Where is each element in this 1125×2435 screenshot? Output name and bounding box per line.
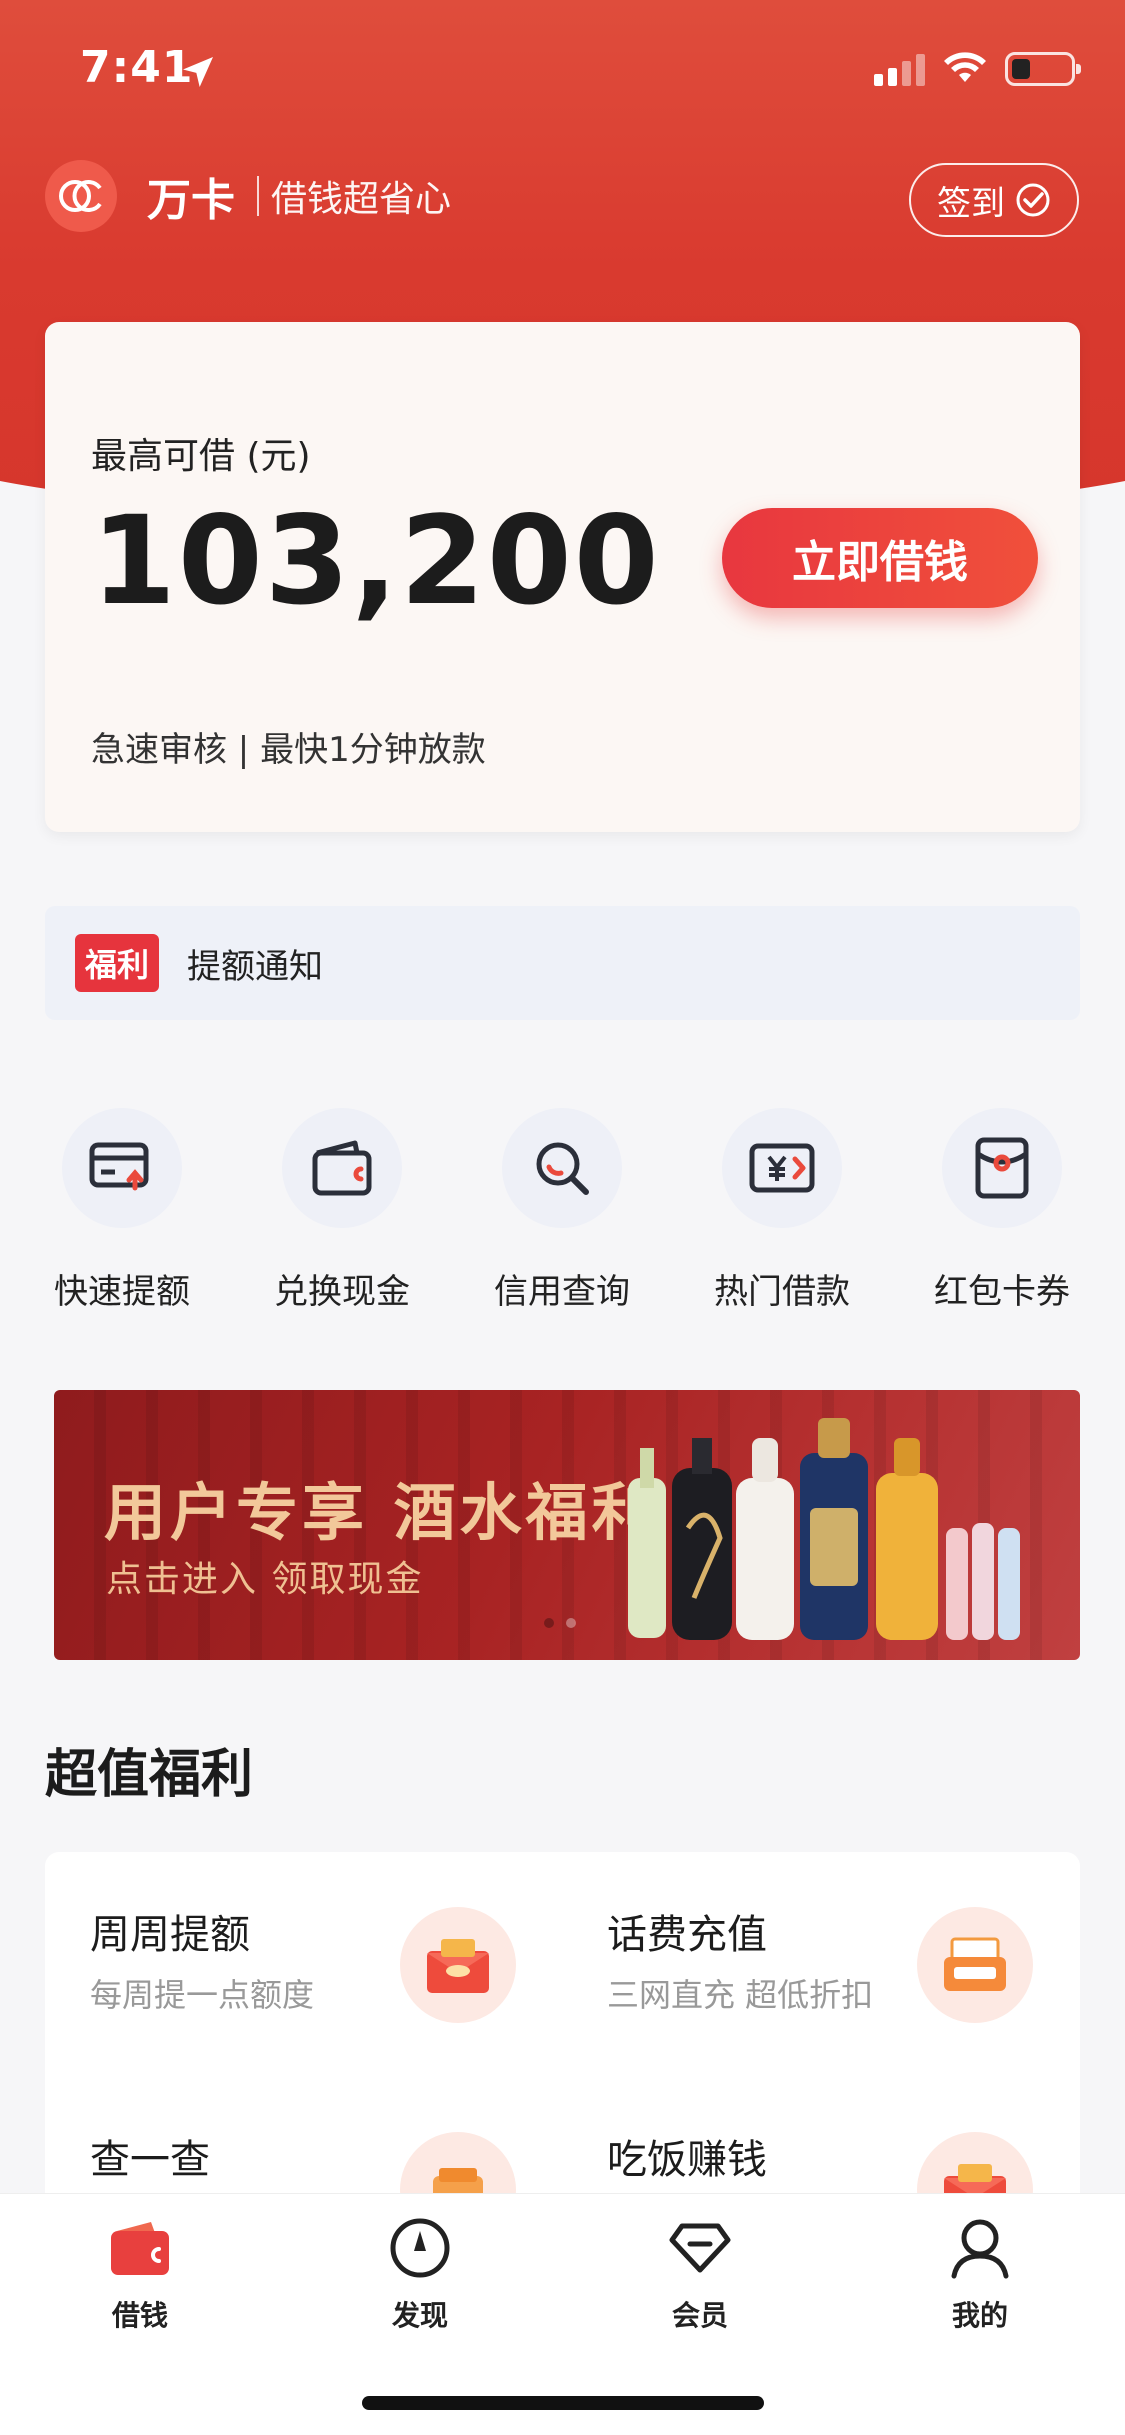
status-time: 7:41 (80, 42, 194, 93)
app-screen: 7:41 万卡 借钱超省心 签到 最高可借 (元) 103,200 立即借钱 急… (0, 0, 1125, 2435)
banner-subtitle: 点击进入 领取现金 (106, 1559, 424, 1600)
brand-divider (257, 176, 259, 216)
benefit-title: 周周提额 (90, 1912, 250, 1958)
action-label: 快速提额 (54, 1272, 190, 1312)
liquor-bottles-image (628, 1418, 1020, 1640)
brand-name: 万卡 (147, 175, 235, 226)
tab-member[interactable]: 会员 (600, 2216, 800, 2334)
battery-level (1012, 59, 1030, 79)
pagination-dot (544, 1618, 554, 1628)
wallet-icon (282, 1108, 402, 1228)
action-label: 兑换现金 (274, 1272, 410, 1312)
loan-card-subtitle: 急速审核 | 最快1分钟放款 (91, 730, 486, 770)
location-arrow-icon (183, 57, 213, 87)
status-indicators (874, 52, 1081, 86)
tab-label: 会员 (671, 2299, 728, 2332)
action-exchange-cash[interactable]: 兑换现金 (242, 1108, 442, 1313)
compass-icon (388, 2216, 452, 2280)
benefit-title: 查一查 (90, 2137, 210, 2183)
brand-slogan: 借钱超省心 (271, 179, 452, 220)
quick-actions: 快速提额 兑换现金 信用查询 热门借款 红包卡券 (0, 1108, 1125, 1318)
user-icon (948, 2216, 1012, 2280)
checkin-button[interactable]: 签到 (909, 163, 1079, 237)
action-quick-limit-raise[interactable]: 快速提额 (22, 1108, 222, 1313)
yen-ticket-icon (722, 1108, 842, 1228)
action-label: 信用查询 (494, 1272, 630, 1312)
loan-limit-amount: 103,200 (91, 490, 661, 632)
promo-banner[interactable]: 用户专享 酒水福利 点击进入 领取现金 (54, 1390, 1080, 1660)
wallet-icon (108, 2216, 172, 2280)
pagination-dot-active (566, 1618, 576, 1628)
banner-pagination (544, 1618, 576, 1628)
notice-badge: 福利 (75, 934, 160, 992)
action-hot-loans[interactable]: 热门借款 (682, 1108, 882, 1313)
checkin-label: 签到 (937, 183, 1005, 224)
tab-borrow[interactable]: 借钱 (40, 2216, 240, 2334)
brand-header: 万卡 借钱超省心 (45, 160, 451, 232)
notice-bar[interactable]: 福利 提额通知 (45, 906, 1080, 1020)
benefit-weekly-limit[interactable]: 周周提额 每周提一点额度 (45, 1852, 545, 2052)
home-indicator[interactable] (362, 2396, 764, 2410)
action-credit-query[interactable]: 信用查询 (462, 1108, 662, 1313)
phone-bill-icon (917, 1907, 1033, 2023)
tab-label: 发现 (391, 2299, 448, 2332)
tab-discover[interactable]: 发现 (320, 2216, 520, 2334)
loan-limit-label: 最高可借 (元) (91, 436, 311, 477)
loan-limit-card: 最高可借 (元) 103,200 立即借钱 急速审核 | 最快1分钟放款 (45, 322, 1080, 832)
borrow-now-button[interactable]: 立即借钱 (722, 508, 1038, 608)
benefit-phone-recharge[interactable]: 话费充值 三网直充 超低折扣 (562, 1852, 1062, 2052)
benefit-subtitle: 每周提一点额度 (90, 1976, 315, 2014)
benefit-title: 吃饭赚钱 (607, 2137, 767, 2183)
banner-title: 用户专享 酒水福利 (104, 1476, 658, 1549)
tab-label: 我的 (951, 2299, 1008, 2332)
action-label: 红包卡券 (934, 1272, 1070, 1312)
notice-text: 提额通知 (187, 946, 324, 987)
brand-logo-icon (45, 160, 117, 232)
wifi-icon (944, 52, 986, 82)
benefit-subtitle: 三网直充 超低折扣 (607, 1976, 874, 2014)
search-icon (502, 1108, 622, 1228)
cellular-signal-icon (874, 52, 925, 86)
status-bar: 7:41 (0, 0, 1125, 140)
benefit-title: 话费充值 (607, 1912, 767, 1958)
card-up-icon (62, 1108, 182, 1228)
red-envelope-icon (942, 1108, 1062, 1228)
red-envelope-gift-icon (400, 1907, 516, 2023)
tab-mine[interactable]: 我的 (880, 2216, 1080, 2334)
tab-label: 借钱 (111, 2299, 168, 2332)
action-label: 热门借款 (714, 1272, 850, 1312)
diamond-icon (668, 2216, 732, 2280)
action-red-packet-coupons[interactable]: 红包卡券 (902, 1108, 1102, 1313)
battery-icon (1005, 52, 1081, 86)
check-circle-icon (1016, 183, 1050, 217)
section-title: 超值福利 (45, 1745, 254, 1805)
